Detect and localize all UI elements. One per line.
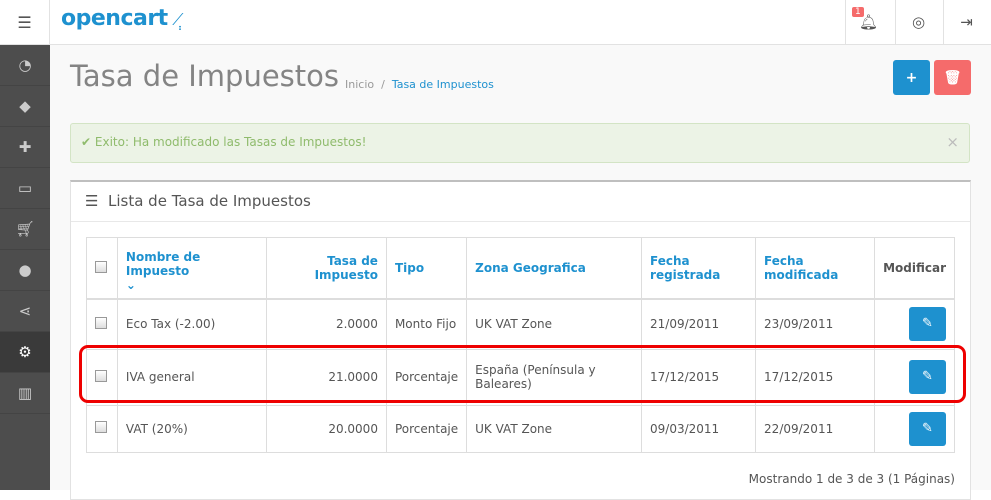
life-ring-icon: ◎ (911, 13, 926, 31)
row-checkbox[interactable] (95, 316, 107, 329)
cell-rate: 2.0000 (266, 298, 387, 350)
add-button[interactable]: + (893, 60, 930, 95)
cell-name: VAT (20%) (116, 404, 268, 453)
sidebar-sales-cart-icon[interactable]: 🛒︎ (0, 209, 50, 250)
cell-type: Porcentaje (385, 404, 468, 453)
sidebar-marketing-share-icon[interactable]: ⋖ (0, 291, 50, 332)
pagination-summary: Mostrando 1 de 3 de 3 (1 Páginas) (748, 472, 955, 486)
sidebar-customers-user-icon[interactable]: ● (0, 250, 50, 291)
menu-toggle-icon[interactable]: ☰ (0, 0, 50, 44)
cell-date-added: 21/09/2011 (641, 298, 757, 350)
cell-date-modified: 22/09/2011 (755, 404, 876, 453)
col-action: Modificar (883, 261, 946, 275)
check-circle-icon: ✔ (81, 135, 92, 149)
list-icon: ☰ (85, 192, 99, 210)
edit-button[interactable]: ✎ (909, 411, 946, 446)
opencart-logo[interactable]: opencart ⟋̣̣ (61, 6, 184, 31)
close-alert-button[interactable]: × (946, 133, 959, 151)
logout-button[interactable]: ⇥ (943, 0, 989, 44)
cell-date-added: 09/03/2011 (641, 404, 757, 453)
top-header: ☰ opencart ⟋̣̣ 1 🔔︎ ◎ ⇥ (0, 0, 991, 45)
notifications-button[interactable]: 1 🔔︎ (845, 0, 891, 44)
sort-chevron-down-icon: ⌄ (125, 278, 136, 292)
sidebar-catalog-tag-icon[interactable]: ◆ (0, 86, 50, 127)
sign-out-icon: ⇥ (960, 13, 973, 31)
cell-zone: UK VAT Zone (466, 404, 643, 453)
sidebar: ◔ ◆ ✚ ▭ 🛒︎ ● ⋖ ⚙ ▥ (0, 45, 50, 490)
sidebar-dashboard-icon[interactable]: ◔ (0, 45, 50, 86)
main-content: Tasa de Impuestos Inicio / Tasa de Impue… (50, 45, 991, 500)
sidebar-reports-chart-icon[interactable]: ▥ (0, 373, 50, 414)
sidebar-system-gear-icon[interactable]: ⚙ (0, 332, 50, 373)
page-title: Tasa de Impuestos (70, 59, 340, 93)
alert-text: Exito: Ha modificado las Tasas de Impues… (94, 135, 367, 149)
notification-badge: 1 (852, 7, 864, 17)
success-alert: ✔ Exito: Ha modificado las Tasas de Impu… (70, 123, 970, 163)
pencil-icon: ✎ (922, 420, 933, 436)
panel-title: Lista de Tasa de Impuestos (108, 192, 311, 210)
cell-rate: 20.0000 (266, 404, 387, 453)
breadcrumb: Inicio / Tasa de Impuestos (345, 78, 494, 91)
row-checkbox[interactable] (95, 421, 107, 433)
tax-rate-list-panel: ☰ Lista de Tasa de Impuestos Nombre de I… (70, 180, 971, 500)
help-button[interactable]: ◎ (895, 0, 941, 44)
sidebar-design-monitor-icon[interactable]: ▭ (0, 168, 50, 209)
logo-text: opencart (61, 6, 168, 31)
highlight-annotation (79, 345, 966, 403)
col-type-sort[interactable]: Tipo (395, 261, 424, 275)
edit-button[interactable]: ✎ (909, 307, 946, 342)
table-row: VAT (20%) 20.0000 Porcentaje UK VAT Zone… (86, 404, 955, 453)
col-rate-sort[interactable]: Tasa de Impuesto (315, 254, 378, 282)
breadcrumb-current[interactable]: Tasa de Impuestos (392, 78, 494, 91)
cell-date-modified: 23/09/2011 (755, 298, 876, 350)
breadcrumb-home[interactable]: Inicio (345, 78, 374, 91)
col-name-sort[interactable]: Nombre de Impuesto (126, 250, 200, 278)
col-zone-sort[interactable]: Zona Geografica (475, 261, 586, 275)
cell-type: Monto Fijo (385, 298, 468, 350)
cell-name: Eco Tax (-2.00) (116, 298, 268, 350)
col-date-modified-sort[interactable]: Fecha modificada (764, 254, 838, 282)
trash-icon: 🗑︎ (943, 69, 962, 86)
sidebar-extensions-puzzle-icon[interactable]: ✚ (0, 127, 50, 168)
pencil-icon: ✎ (922, 316, 933, 332)
table-row: Eco Tax (-2.00) 2.0000 Monto Fijo UK VAT… (86, 298, 955, 350)
delete-button[interactable]: 🗑︎ (934, 60, 971, 95)
select-all-checkbox[interactable] (95, 260, 107, 273)
cell-zone: UK VAT Zone (466, 298, 643, 350)
plus-icon: + (905, 69, 918, 86)
col-date-added-sort[interactable]: Fecha registrada (650, 254, 720, 282)
